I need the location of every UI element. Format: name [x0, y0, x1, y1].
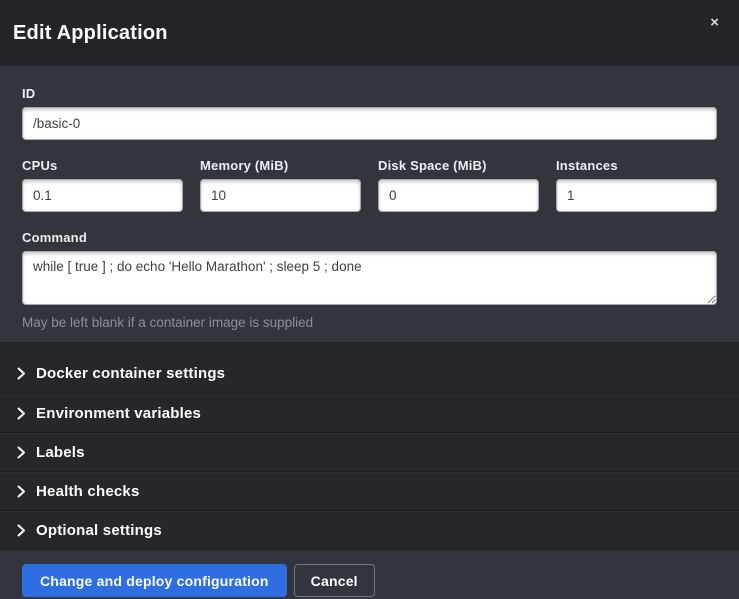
page-title: Edit Application	[13, 22, 168, 45]
section-label: Health checks	[36, 483, 139, 500]
section-optional-settings[interactable]: Optional settings	[0, 510, 739, 549]
cancel-button[interactable]: Cancel	[294, 564, 375, 597]
modal-header: Edit Application ×	[0, 0, 739, 66]
modal-footer: Change and deploy configuration Cancel	[0, 549, 739, 599]
cpus-field-group: CPUs	[22, 158, 183, 212]
id-input[interactable]	[22, 107, 717, 140]
close-icon[interactable]: ×	[704, 13, 725, 32]
section-health-checks[interactable]: Health checks	[0, 471, 739, 510]
id-field-group: ID	[22, 86, 717, 140]
cpus-input[interactable]	[22, 179, 183, 212]
section-docker-container-settings[interactable]: Docker container settings	[0, 354, 739, 393]
edit-application-modal: Edit Application × ID CPUs Memory (MiB) …	[0, 0, 739, 599]
chevron-right-icon	[17, 485, 26, 498]
instances-field-group: Instances	[556, 158, 717, 212]
resource-fields-row: CPUs Memory (MiB) Disk Space (MiB) Insta…	[22, 158, 717, 212]
chevron-right-icon	[17, 367, 26, 380]
chevron-right-icon	[17, 407, 26, 420]
section-environment-variables[interactable]: Environment variables	[0, 393, 739, 432]
chevron-right-icon	[17, 524, 26, 537]
change-and-deploy-button[interactable]: Change and deploy configuration	[22, 564, 287, 597]
chevron-right-icon	[17, 446, 26, 459]
command-label: Command	[22, 230, 717, 245]
disk-space-label: Disk Space (MiB)	[378, 158, 539, 173]
section-label: Labels	[36, 444, 85, 461]
section-label: Optional settings	[36, 522, 162, 539]
memory-label: Memory (MiB)	[200, 158, 361, 173]
cpus-label: CPUs	[22, 158, 183, 173]
command-field-group: Command while [ true ] ; do echo 'Hello …	[22, 230, 717, 330]
memory-field-group: Memory (MiB)	[200, 158, 361, 212]
section-label: Environment variables	[36, 405, 201, 422]
form-body: ID CPUs Memory (MiB) Disk Space (MiB) In…	[0, 66, 739, 342]
section-label: Docker container settings	[36, 365, 225, 382]
disk-space-field-group: Disk Space (MiB)	[378, 158, 539, 212]
command-textarea[interactable]: while [ true ] ; do echo 'Hello Marathon…	[22, 251, 717, 305]
instances-input[interactable]	[556, 179, 717, 212]
id-label: ID	[22, 86, 717, 101]
memory-input[interactable]	[200, 179, 361, 212]
disk-space-input[interactable]	[378, 179, 539, 212]
command-help-text: May be left blank if a container image i…	[22, 315, 717, 330]
instances-label: Instances	[556, 158, 717, 173]
accordion-sections: Docker container settings Environment va…	[0, 342, 739, 549]
section-labels[interactable]: Labels	[0, 432, 739, 471]
